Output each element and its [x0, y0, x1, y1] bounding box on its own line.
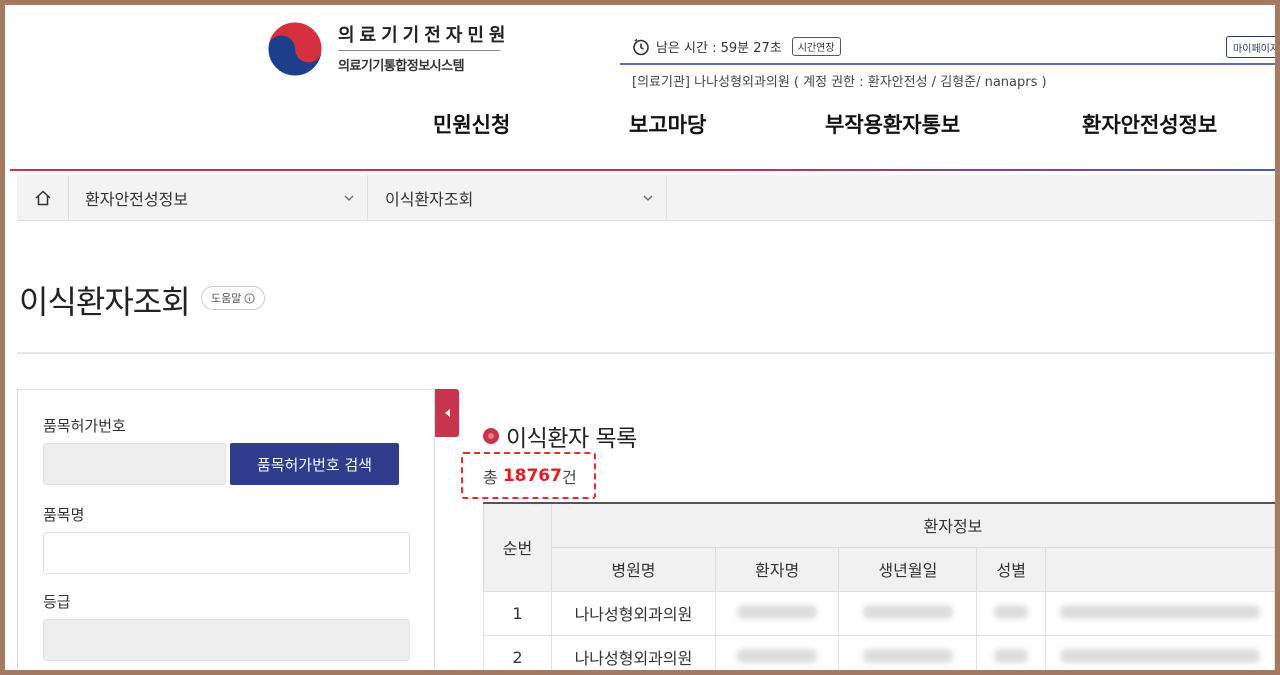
row-birth-date-redacted	[838, 634, 978, 670]
extend-session-button[interactable]: 시간연장	[791, 37, 841, 56]
column-header-gender: 성별	[976, 546, 1047, 592]
total-suffix: 건	[561, 467, 577, 487]
breadcrumb-level2-select[interactable]: 이식환자조회	[368, 175, 667, 221]
collapse-panel-button[interactable]	[435, 389, 459, 437]
help-button[interactable]: 도움말	[201, 286, 266, 310]
row-birth-date-redacted	[838, 590, 978, 636]
column-header-no: 순번	[483, 502, 552, 592]
list-heading: 이식환자 목록	[482, 419, 637, 453]
breadcrumb-level1-select[interactable]: 환자안전성정보	[69, 175, 368, 221]
product-name-label: 품목명	[43, 506, 85, 524]
home-icon	[34, 190, 51, 206]
top-divider	[620, 63, 1275, 65]
logo-title: 의료기기전자민원	[338, 25, 511, 46]
chevron-down-icon	[344, 195, 354, 201]
column-header-extra	[1045, 546, 1275, 592]
patient-table: 순번 환자정보 병원명 환자명 생년월일 성별 1 나나성형외과의원 2 나나성…	[483, 502, 1275, 670]
row-hospital: 나나성형외과의원	[550, 634, 716, 670]
row-gender-redacted	[976, 634, 1047, 670]
column-header-birth-date: 생년월일	[838, 546, 978, 592]
info-icon	[244, 292, 255, 304]
total-prefix: 총	[483, 467, 503, 487]
grade-input[interactable]	[43, 619, 410, 661]
row-patient-name-redacted	[714, 590, 840, 636]
logo-subtitle: 의료기기통합정보시스템	[338, 59, 465, 74]
row-gender-redacted	[976, 590, 1047, 636]
timer-text: 남은 시간 : 59분 27초	[656, 41, 782, 56]
title-divider	[17, 352, 1275, 354]
row-hospital: 나나성형외과의원	[550, 590, 716, 636]
government-emblem-logo-icon[interactable]	[263, 19, 327, 79]
user-account-info: [의료기관] 나나성형외과의원 ( 계정 권한 : 환자안전성 / 김형준/ n…	[632, 75, 1047, 90]
table-row[interactable]: 1 나나성형외과의원	[483, 590, 1275, 636]
table-row[interactable]: 2 나나성형외과의원	[483, 634, 1275, 670]
section-bullet-icon	[483, 428, 499, 444]
nav-item-adverse-event[interactable]: 부작용환자통보	[825, 109, 960, 139]
mypage-button[interactable]: 마이페이지	[1226, 36, 1275, 58]
row-extra-redacted	[1045, 590, 1275, 636]
nav-item-patient-safety[interactable]: 환자안전성정보	[1082, 109, 1217, 139]
row-patient-name-redacted	[714, 634, 840, 670]
screenshot-frame: 의료기기전자민원 의료기기통합정보시스템 남은 시간 : 59분 27초 시간연…	[0, 0, 1280, 675]
column-header-patient-info: 환자정보	[550, 502, 1275, 548]
breadcrumb: 환자안전성정보 이식환자조회	[17, 175, 1275, 221]
column-header-patient-name: 환자명	[714, 546, 840, 592]
row-extra-redacted	[1045, 634, 1275, 670]
main-navigation: 민원신청 보고마당 부작용환자통보 환자안전성정보	[5, 109, 1275, 149]
help-label: 도움말	[211, 292, 242, 305]
breadcrumb-level1-label: 환자안전성정보	[85, 190, 189, 209]
nav-item-reports[interactable]: 보고마당	[629, 109, 706, 139]
page-title: 이식환자조회	[19, 283, 191, 321]
nav-item-petition[interactable]: 민원신청	[433, 109, 510, 139]
row-number: 2	[483, 634, 552, 670]
header-divider	[10, 169, 1275, 171]
timer-icon	[633, 38, 649, 55]
permit-number-search-button[interactable]: 품목허가번호 검색	[230, 443, 399, 485]
total-count-highlight: 총 18767 건	[461, 452, 596, 499]
product-name-input[interactable]	[43, 532, 410, 574]
total-count: 18767	[502, 465, 562, 486]
breadcrumb-level2-label: 이식환자조회	[385, 190, 474, 209]
column-header-hospital: 병원명	[550, 546, 716, 592]
logo-divider	[338, 50, 500, 51]
list-title: 이식환자 목록	[506, 426, 637, 452]
breadcrumb-home[interactable]	[17, 175, 69, 221]
caret-left-icon	[445, 409, 450, 417]
grade-label: 등급	[43, 593, 71, 611]
search-panel: 품목허가번호 품목허가번호 검색 품목명 등급	[17, 389, 435, 670]
chevron-down-icon	[643, 195, 653, 201]
session-timer: 남은 시간 : 59분 27초 시간연장	[632, 37, 841, 56]
row-number: 1	[483, 590, 552, 636]
permit-number-input[interactable]	[43, 443, 226, 485]
permit-number-label: 품목허가번호	[43, 417, 126, 435]
